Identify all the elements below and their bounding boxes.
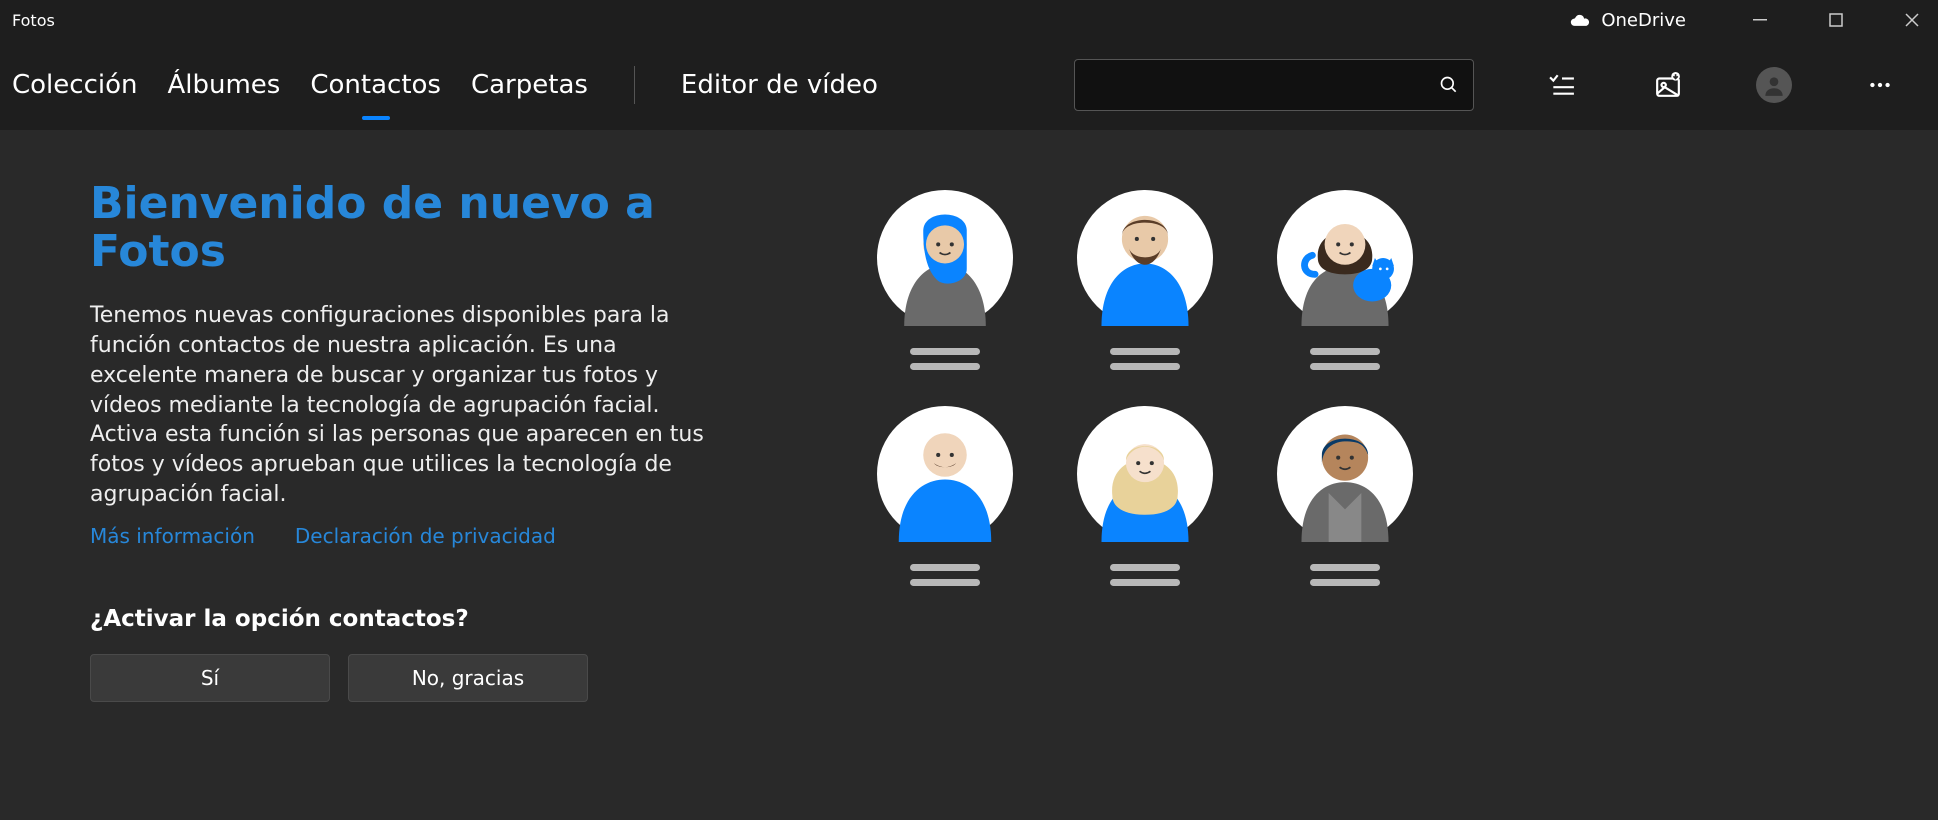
nav-tab-contacts[interactable]: Contactos [308, 64, 443, 106]
search-icon[interactable] [1439, 75, 1459, 95]
name-placeholder [910, 564, 980, 586]
link-privacy[interactable]: Declaración de privacidad [295, 524, 556, 548]
account-button[interactable] [1756, 67, 1792, 103]
nav-bar: Colección Álbumes Contactos Carpetas Edi… [0, 40, 1938, 130]
nav-icons [1544, 67, 1898, 103]
avatar-person-3 [1277, 190, 1413, 326]
nav-tab-albums[interactable]: Álbumes [165, 64, 282, 106]
search-input[interactable] [1089, 75, 1439, 96]
name-placeholder [1110, 348, 1180, 370]
nav-tab-collection[interactable]: Colección [10, 64, 139, 106]
people-illustration [870, 180, 1420, 820]
window-controls [1746, 6, 1926, 34]
onedrive-status[interactable]: OneDrive [1569, 10, 1686, 31]
content-area: Bienvenido de nuevo a Fotos Tenemos nuev… [0, 130, 1938, 820]
nav-tab-video-editor[interactable]: Editor de vídeo [679, 64, 880, 106]
avatar-person-1 [877, 190, 1013, 326]
nav-separator [634, 66, 635, 104]
illustration-person-4 [870, 406, 1020, 586]
welcome-paragraph-2: Activa esta función si las personas que … [90, 420, 730, 510]
nav-tabs: Colección Álbumes Contactos Carpetas Edi… [10, 64, 880, 106]
titlebar: Fotos OneDrive [0, 0, 1938, 40]
window-minimize-button[interactable] [1746, 6, 1774, 34]
no-button[interactable]: No, gracias [348, 654, 588, 702]
select-button[interactable] [1544, 67, 1580, 103]
import-button[interactable] [1650, 67, 1686, 103]
activate-buttons: Sí No, gracias [90, 654, 730, 702]
name-placeholder [910, 348, 980, 370]
welcome-panel: Bienvenido de nuevo a Fotos Tenemos nuev… [90, 180, 730, 820]
name-placeholder [1110, 564, 1180, 586]
avatar-person-4 [877, 406, 1013, 542]
more-button[interactable] [1862, 67, 1898, 103]
avatar-person-5 [1077, 406, 1213, 542]
avatar-person-2 [1077, 190, 1213, 326]
illustration-person-6 [1270, 406, 1420, 586]
welcome-links: Más información Declaración de privacida… [90, 524, 730, 548]
activate-question: ¿Activar la opción contactos? [90, 606, 730, 632]
illustration-person-2 [1070, 190, 1220, 370]
welcome-headline: Bienvenido de nuevo a Fotos [90, 180, 730, 277]
window-maximize-button[interactable] [1822, 6, 1850, 34]
welcome-paragraph-1: Tenemos nuevas configuraciones disponibl… [90, 301, 730, 421]
window-close-button[interactable] [1898, 6, 1926, 34]
name-placeholder [1310, 564, 1380, 586]
onedrive-icon [1569, 13, 1591, 27]
app-title: Fotos [12, 11, 55, 30]
illustration-person-3 [1270, 190, 1420, 370]
illustration-person-1 [870, 190, 1020, 370]
link-more-info[interactable]: Más información [90, 524, 255, 548]
onedrive-label: OneDrive [1601, 10, 1686, 31]
avatar-person-6 [1277, 406, 1413, 542]
nav-tab-folders[interactable]: Carpetas [469, 64, 590, 106]
search-box[interactable] [1074, 59, 1474, 111]
name-placeholder [1310, 348, 1380, 370]
yes-button[interactable]: Sí [90, 654, 330, 702]
illustration-person-5 [1070, 406, 1220, 586]
